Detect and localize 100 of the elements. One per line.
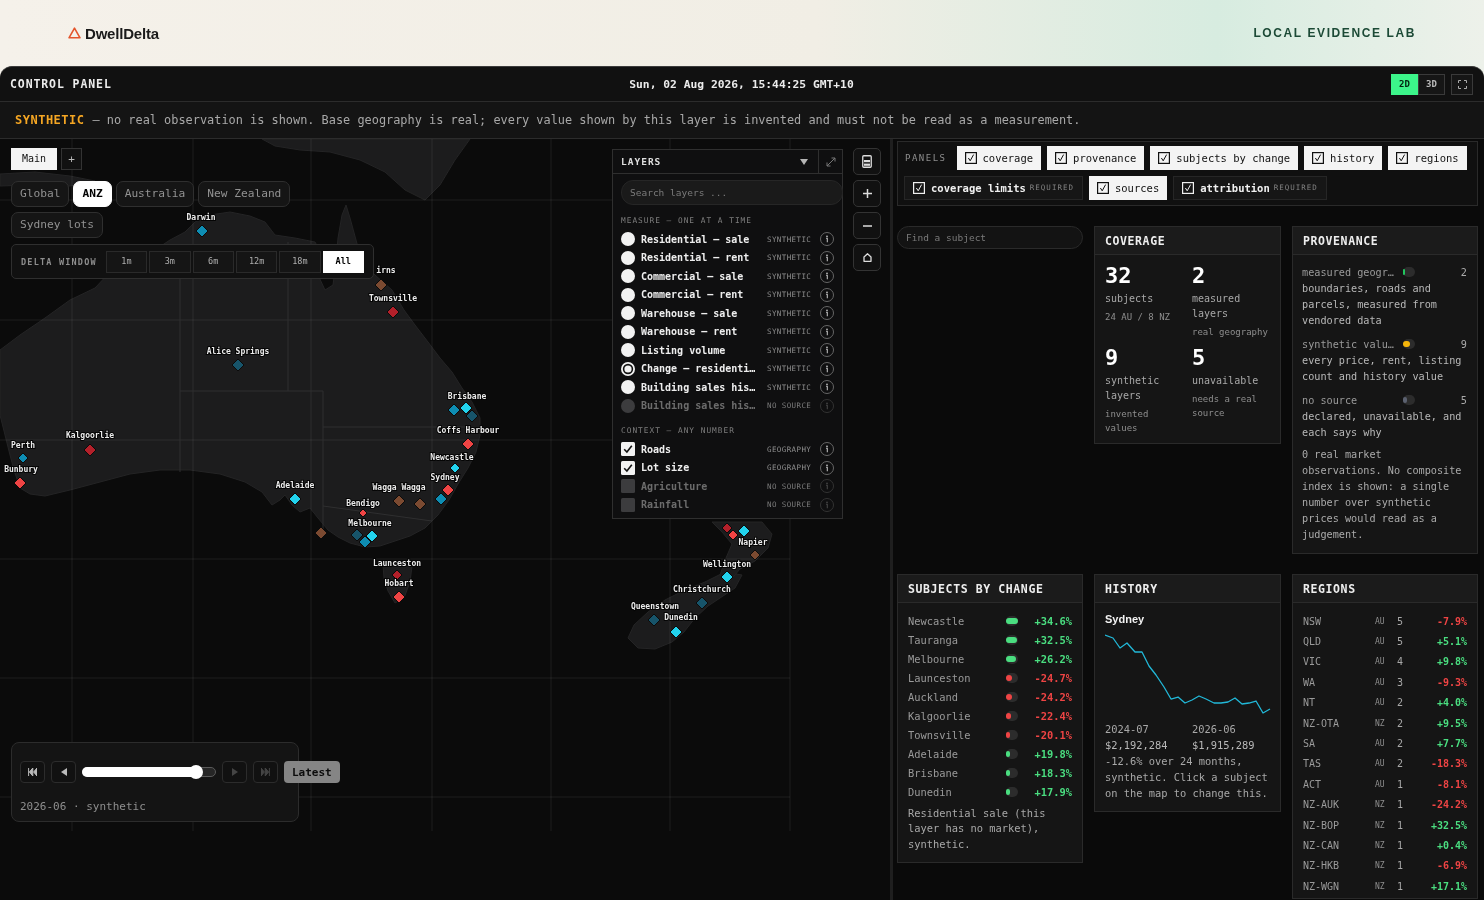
zoom-in-button[interactable] bbox=[853, 180, 881, 207]
checkbox[interactable] bbox=[621, 460, 635, 475]
delta-window-option[interactable]: 6m bbox=[192, 250, 234, 273]
map-marker[interactable] bbox=[83, 443, 97, 457]
layer-name[interactable]: Roads bbox=[641, 443, 767, 455]
map-marker[interactable] bbox=[365, 529, 379, 543]
map-marker[interactable] bbox=[459, 401, 473, 415]
panel-toggle[interactable]: coverage bbox=[956, 146, 1042, 170]
map-marker[interactable] bbox=[17, 452, 29, 464]
layer-name[interactable]: Building sales his… bbox=[641, 381, 767, 393]
first-button[interactable] bbox=[20, 761, 45, 783]
panel-toggle-button[interactable] bbox=[853, 148, 881, 175]
map-marker[interactable] bbox=[669, 625, 683, 639]
delta-window-option[interactable]: 12m bbox=[235, 250, 278, 273]
info-icon[interactable] bbox=[820, 361, 834, 376]
map-marker[interactable] bbox=[721, 522, 733, 534]
map-marker[interactable] bbox=[374, 278, 388, 292]
map-marker[interactable] bbox=[314, 526, 328, 540]
map-marker[interactable] bbox=[231, 358, 245, 372]
info-icon[interactable] bbox=[820, 250, 834, 265]
map-marker[interactable] bbox=[392, 494, 406, 508]
radio-button[interactable] bbox=[621, 306, 635, 321]
layer-name[interactable]: Residential — sale bbox=[641, 233, 767, 245]
info-icon[interactable] bbox=[820, 460, 834, 475]
map-marker[interactable] bbox=[392, 590, 406, 604]
slider-thumb[interactable] bbox=[188, 765, 203, 779]
map-marker[interactable] bbox=[441, 483, 455, 497]
radio-button[interactable] bbox=[621, 324, 635, 339]
map-marker[interactable] bbox=[737, 524, 751, 538]
map-marker[interactable] bbox=[13, 476, 27, 490]
layer-name[interactable]: Lot size bbox=[641, 462, 767, 474]
info-icon[interactable] bbox=[820, 232, 834, 247]
region-chip[interactable]: ANZ bbox=[73, 181, 112, 207]
map-marker[interactable] bbox=[358, 535, 372, 549]
zoom-out-button[interactable] bbox=[853, 212, 881, 239]
layer-name[interactable]: Commercial — sale bbox=[641, 270, 767, 282]
fullscreen-button[interactable] bbox=[1451, 73, 1473, 95]
map-marker[interactable] bbox=[358, 508, 368, 518]
map-marker[interactable] bbox=[465, 409, 479, 423]
country-code: AU bbox=[1375, 616, 1386, 626]
view-mode-toggle[interactable]: 3D bbox=[1418, 73, 1445, 95]
region-chip[interactable]: New Zealand bbox=[198, 181, 291, 207]
map-marker[interactable] bbox=[720, 570, 734, 584]
map-tab[interactable]: Main bbox=[11, 148, 58, 170]
layer-name[interactable]: Warehouse — sale bbox=[641, 307, 767, 319]
home-button[interactable] bbox=[853, 244, 881, 271]
layer-name[interactable]: Listing volume bbox=[641, 344, 767, 356]
info-icon[interactable] bbox=[820, 380, 834, 395]
map-marker[interactable] bbox=[749, 549, 761, 561]
timeline-slider[interactable] bbox=[82, 765, 216, 779]
latest-button[interactable]: Latest bbox=[284, 761, 340, 783]
panel-toggle[interactable]: sources bbox=[1088, 176, 1168, 200]
layer-name[interactable]: Residential — rent bbox=[641, 252, 767, 264]
delta-window-option[interactable]: All bbox=[322, 250, 364, 273]
map-marker[interactable] bbox=[288, 492, 302, 506]
layer-name[interactable]: Change — residenti… bbox=[641, 363, 767, 375]
previous-button[interactable] bbox=[51, 761, 76, 783]
radio-button[interactable] bbox=[621, 250, 635, 265]
delta-window-option[interactable]: 1m bbox=[105, 250, 148, 273]
panel-toggle[interactable]: provenance bbox=[1047, 146, 1145, 170]
view-mode-toggle[interactable]: 2D bbox=[1391, 73, 1418, 95]
map-marker[interactable] bbox=[647, 613, 661, 627]
panel-toggle[interactable]: history bbox=[1304, 146, 1383, 170]
map-marker[interactable] bbox=[195, 224, 209, 238]
delta-window-option[interactable]: 18m bbox=[279, 250, 321, 273]
layer-search-field[interactable]: Search layers ... bbox=[621, 180, 843, 205]
region-chip[interactable]: Global bbox=[11, 181, 70, 207]
info-icon[interactable] bbox=[820, 343, 834, 358]
info-icon[interactable] bbox=[820, 306, 834, 321]
info-icon[interactable] bbox=[820, 324, 834, 339]
layer-name[interactable]: Commercial — rent bbox=[641, 289, 767, 301]
radio-button[interactable] bbox=[621, 232, 635, 247]
map-marker[interactable] bbox=[350, 528, 364, 542]
map-marker[interactable] bbox=[695, 596, 709, 610]
map-marker[interactable] bbox=[391, 569, 403, 581]
radio-button[interactable] bbox=[621, 343, 635, 358]
map-marker[interactable] bbox=[434, 492, 448, 506]
info-icon[interactable] bbox=[820, 442, 834, 457]
map-marker[interactable] bbox=[413, 497, 427, 511]
radio-button[interactable] bbox=[621, 380, 635, 395]
info-icon[interactable] bbox=[820, 287, 834, 302]
caret-down-icon[interactable] bbox=[800, 158, 808, 165]
map-marker[interactable] bbox=[447, 403, 461, 417]
panel-toggle[interactable]: regions bbox=[1388, 146, 1467, 170]
subject-search-field[interactable]: Find a subject bbox=[897, 226, 1083, 249]
region-chip[interactable]: Sydney lots bbox=[11, 212, 104, 238]
radio-button[interactable] bbox=[621, 361, 635, 376]
region-chip[interactable]: Australia bbox=[115, 181, 195, 207]
info-icon[interactable] bbox=[820, 269, 834, 284]
map-marker[interactable] bbox=[449, 462, 461, 474]
checkbox[interactable] bbox=[621, 442, 635, 457]
add-tab-button[interactable]: + bbox=[61, 148, 83, 170]
map-marker[interactable] bbox=[461, 437, 475, 451]
map-marker[interactable] bbox=[386, 305, 400, 319]
delta-window-option[interactable]: 3m bbox=[149, 250, 191, 273]
panel-toggle[interactable]: subjects by change bbox=[1150, 146, 1299, 170]
layer-name[interactable]: Warehouse — rent bbox=[641, 326, 767, 338]
radio-button[interactable] bbox=[621, 287, 635, 302]
map-marker[interactable] bbox=[727, 529, 739, 541]
radio-button[interactable] bbox=[621, 269, 635, 284]
